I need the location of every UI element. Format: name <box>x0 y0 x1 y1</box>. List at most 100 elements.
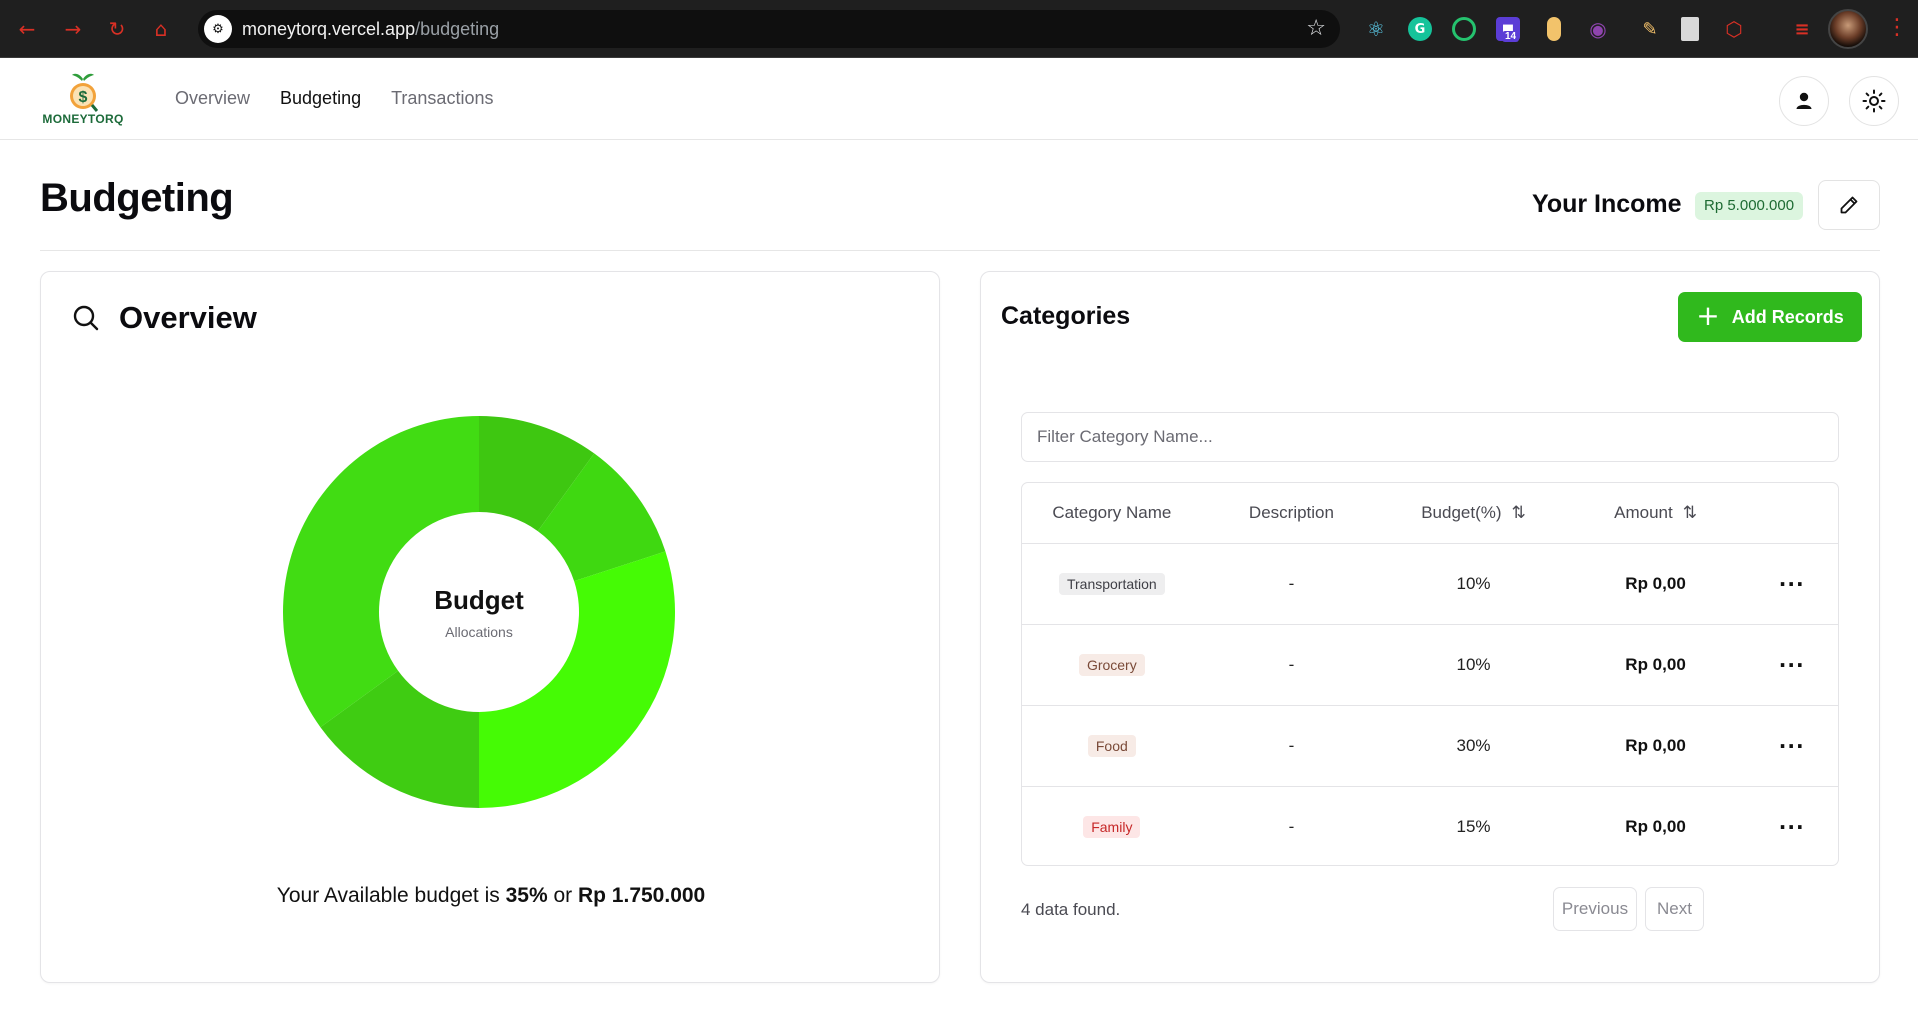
user-icon <box>1796 92 1812 109</box>
browser-toolbar: ← → ↻ ⌂ ⚙ moneytorq.vercel.app/budgeting… <box>0 0 1918 58</box>
categories-card: Categories + Add Records Category Name D… <box>980 271 1880 983</box>
money-leaf-logo-icon: $ <box>70 73 98 112</box>
url-text[interactable]: moneytorq.vercel.app/budgeting <box>242 19 499 40</box>
category-tag: Food <box>1087 734 1136 757</box>
extension-badge: 14 <box>1502 31 1520 42</box>
category-tag: Family <box>1083 815 1141 838</box>
filter-category-input[interactable] <box>1021 412 1839 462</box>
col-description: Description <box>1201 483 1382 544</box>
site-info-icon[interactable]: ⚙ <box>204 15 232 43</box>
sort-icon[interactable]: ⇅ <box>1683 503 1697 523</box>
next-page-button[interactable]: Next <box>1645 887 1704 931</box>
overview-title: Overview <box>119 300 257 335</box>
more-actions-icon[interactable]: ··· <box>1779 734 1805 758</box>
income-badge: Rp 5.000.000 <box>1695 192 1804 220</box>
react-devtools-icon[interactable]: ⚛ <box>1364 17 1388 41</box>
sort-icon[interactable]: ⇅ <box>1512 503 1526 523</box>
theme-toggle-button[interactable] <box>1849 76 1899 126</box>
more-actions-icon[interactable]: ··· <box>1779 815 1805 839</box>
cell-budget: 15% <box>1456 816 1491 836</box>
svg-text:$: $ <box>79 89 88 106</box>
cell-category: Grocery <box>1022 624 1202 706</box>
address-bar[interactable]: ⚙ moneytorq.vercel.app/budgeting ☆ <box>198 10 1340 48</box>
nav-overview[interactable]: Overview <box>175 88 250 109</box>
cell-description: - <box>1201 705 1382 787</box>
cell-budget: 10% <box>1381 624 1566 706</box>
table-row: Transportation -10% Rp 0,00 ··· <box>1022 543 1838 625</box>
overview-header: Overview <box>71 300 257 336</box>
edit-income-button[interactable] <box>1818 180 1880 230</box>
categories-title: Categories <box>1001 302 1131 330</box>
nav-transactions[interactable]: Transactions <box>391 88 493 109</box>
cell-description: - <box>1201 624 1382 706</box>
available-mid: or <box>547 884 578 907</box>
table-row: Family - 15% Rp 0,00 ··· <box>1022 786 1838 865</box>
col-budget[interactable]: Budget(%) ⇅ <box>1381 483 1566 544</box>
cell-description: - <box>1288 816 1295 836</box>
monster-extension-icon[interactable]: ◉ <box>1586 17 1610 41</box>
table-row: Food -30% Rp 0,00 ··· <box>1022 705 1838 787</box>
cell-actions[interactable]: ··· <box>1745 786 1838 865</box>
donut-slice-available[interactable] <box>283 416 479 728</box>
add-records-label: Add Records <box>1731 306 1844 327</box>
cell-actions[interactable]: ··· <box>1745 624 1838 706</box>
available-amount: Rp 1.750.000 <box>577 884 706 907</box>
extensions-menu-icon[interactable]: ≡ <box>1790 17 1814 41</box>
cell-category: Family <box>1022 786 1202 865</box>
moneytorq-logo[interactable]: $ MONEYTORQ <box>40 68 126 130</box>
donut-svg <box>283 416 675 808</box>
page-title: Budgeting <box>40 176 234 220</box>
shield-extension-icon[interactable]: ⬡ <box>1722 17 1746 41</box>
cell-actions[interactable]: ··· <box>1745 705 1838 787</box>
more-actions-icon[interactable]: ··· <box>1779 653 1805 677</box>
home-icon[interactable]: ⌂ <box>148 16 174 42</box>
target-extension-icon[interactable] <box>1452 17 1476 41</box>
cell-amount: Rp 0,00 <box>1565 624 1746 706</box>
logo-text: MONEYTORQ <box>42 112 124 126</box>
app-header: $ MONEYTORQ Overview Budgeting Transacti… <box>0 58 1918 140</box>
puzzle-extension-icon[interactable]: ✎ <box>1638 17 1662 41</box>
category-tag: Transportation <box>1058 572 1165 595</box>
grammarly-icon[interactable]: G <box>1408 17 1432 41</box>
sun-icon <box>1862 89 1886 113</box>
reload-icon[interactable]: ↻ <box>104 16 130 42</box>
cell-amount: Rp 0,00 <box>1565 543 1746 625</box>
overview-card: Overview Budget Allocations Your Availab… <box>40 271 940 983</box>
plus-icon: + <box>1696 299 1720 332</box>
results-count: 4 data found. <box>1021 900 1121 919</box>
cell-amount: Rp 0,00 <box>1565 705 1746 787</box>
profile-avatar[interactable] <box>1828 9 1868 49</box>
capsule-extension-icon[interactable] <box>1547 17 1561 41</box>
previous-page-button[interactable]: Previous <box>1553 887 1637 931</box>
more-actions-icon[interactable]: ··· <box>1779 572 1805 596</box>
cell-category: Food <box>1022 705 1202 787</box>
cell-budget: 10% <box>1381 543 1566 625</box>
bookmark-star-icon[interactable]: ☆ <box>1306 16 1326 41</box>
donut-slice-food[interactable] <box>479 551 675 808</box>
cell-category: Transportation <box>1022 543 1202 625</box>
pencil-icon <box>1840 196 1858 214</box>
col-actions <box>1745 483 1838 544</box>
back-icon[interactable]: ← <box>14 16 40 42</box>
col-amount[interactable]: Amount ⇅ <box>1565 483 1746 544</box>
user-account-button[interactable] <box>1779 76 1829 126</box>
cell-actions[interactable]: ··· <box>1745 543 1838 625</box>
table-header-row: Category Name Description Budget(%) ⇅ Amo… <box>1022 483 1838 544</box>
document-extension-icon[interactable] <box>1681 17 1699 41</box>
category-tag: Grocery <box>1078 653 1145 676</box>
available-budget-text: Your Available budget is 35% or Rp 1.750… <box>41 884 941 908</box>
available-prefix: Your Available budget is <box>276 884 506 907</box>
title-divider <box>40 250 1880 251</box>
cell-description: - <box>1201 543 1382 625</box>
available-percent: 35% <box>505 884 548 907</box>
table-row: Grocery -10% Rp 0,00 ··· <box>1022 624 1838 706</box>
cell-budget: 30% <box>1381 705 1566 787</box>
nav-budgeting[interactable]: Budgeting <box>280 88 361 109</box>
forward-icon[interactable]: → <box>60 16 86 42</box>
add-records-button[interactable]: + Add Records <box>1678 292 1862 342</box>
categories-table: Category Name Description Budget(%) ⇅ Amo… <box>1021 482 1839 866</box>
col-category-name: Category Name <box>1022 483 1202 544</box>
browser-menu-icon[interactable]: ⋮ <box>1886 15 1908 40</box>
search-icon <box>73 305 99 331</box>
income-label: Your Income <box>1532 190 1682 218</box>
